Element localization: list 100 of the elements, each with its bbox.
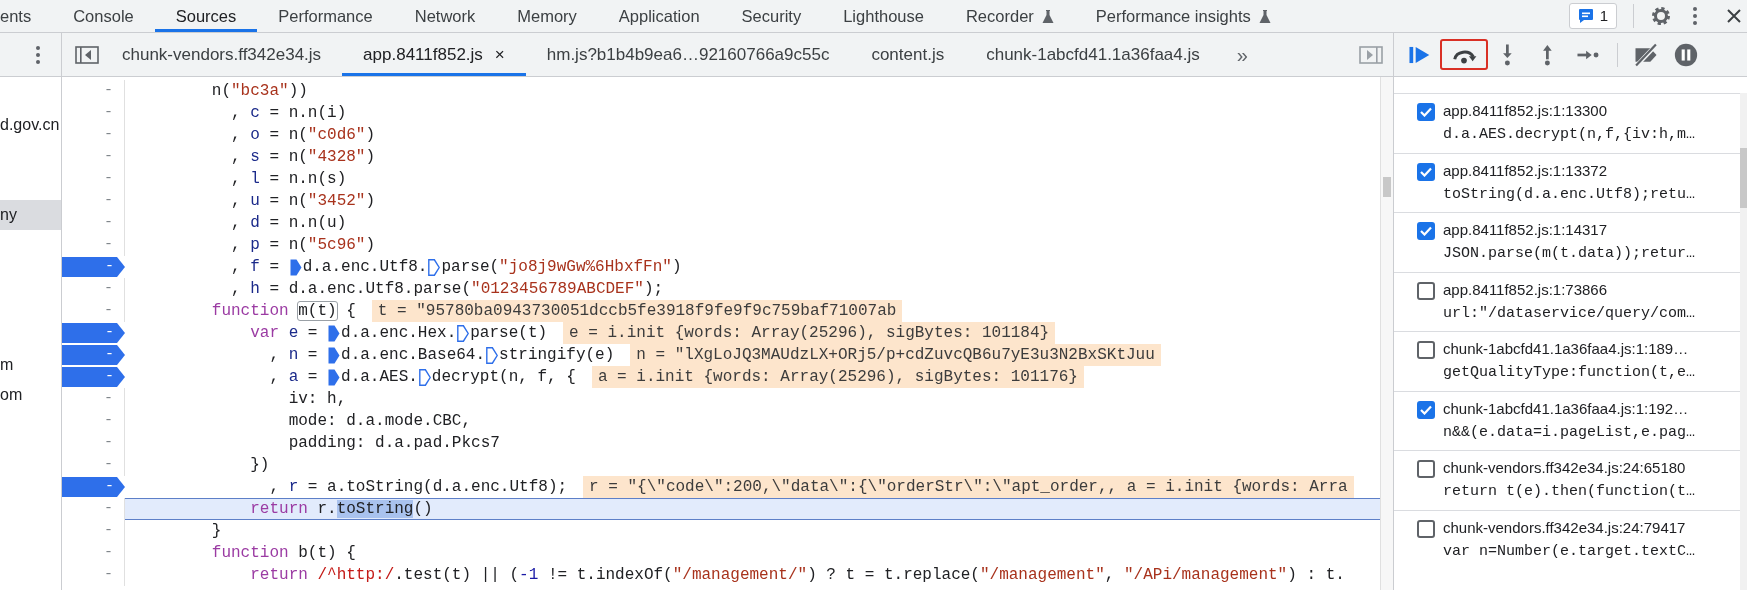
inline-value: a = i.init {words: Array(25296), sigBytes: 101176} <box>591 366 1084 388</box>
pause-icon <box>1673 41 1699 68</box>
panel-tab[interactable]: Application <box>597 0 721 32</box>
line-number[interactable]: - <box>62 124 125 146</box>
breakpoint-location[interactable]: chunk-vendors.ff342e34.js:24:65180 <box>1443 456 1696 480</box>
code-text: parse(t) <box>470 323 548 344</box>
scrollbar[interactable] <box>1380 77 1393 590</box>
code-text: , o = n("c0d6") <box>230 125 376 146</box>
code-text: d.a.enc.Hex. <box>341 323 457 344</box>
inline-breakpoint-icon[interactable] <box>289 258 302 276</box>
scrollbar[interactable] <box>1740 93 1747 590</box>
inline-breakpoint-icon[interactable] <box>418 368 431 386</box>
panel-tab[interactable]: Memory <box>496 0 598 32</box>
panel-tab[interactable]: Sources <box>154 0 258 32</box>
more-options-icon[interactable] <box>1692 6 1698 26</box>
toggle-debugger-icon[interactable] <box>1359 44 1383 65</box>
breakpoint-code: JSON.parse(m(t.data));retur… <box>1443 244 1696 264</box>
line-number[interactable]: - <box>62 410 125 432</box>
line-number[interactable]: - <box>62 168 125 190</box>
inline-breakpoint-icon[interactable] <box>486 346 499 364</box>
breakpoint-code: var n=Number(e.target.textC… <box>1443 541 1696 562</box>
breakpoint-location[interactable]: app.8411f852.js:1:14317 <box>1443 218 1696 242</box>
breakpoint-code: n&&(e.data=i.pageList,e.pag… <box>1443 422 1696 443</box>
code-text: function b(t) { <box>210 543 356 564</box>
breakpoint-location[interactable]: chunk-vendors.ff342e34.js:24:79417 <box>1443 515 1696 540</box>
code-text: , p = n("5c96") <box>230 235 376 256</box>
panel-tab[interactable]: Performance <box>257 0 394 32</box>
checkbox[interactable] <box>1417 162 1435 181</box>
file-tree-item[interactable]: m <box>0 350 61 380</box>
checkbox[interactable] <box>1417 222 1435 240</box>
code-text: padding: d.a.pad.Pkcs7 <box>287 433 500 454</box>
panel-tab[interactable]: ents <box>0 0 53 32</box>
file-tree-item[interactable]: om <box>0 380 61 410</box>
file-tab[interactable]: chunk-1abcfd41.1a36faa4.js <box>965 33 1221 76</box>
code-text: , h = d.a.enc.Utf8.parse("0123456789ABCDEF"); <box>230 279 664 300</box>
breakpoint-location[interactable]: app.8411f852.js:1:13372 <box>1443 158 1696 183</box>
panel-tab[interactable]: Security <box>720 0 823 32</box>
inline-breakpoint-icon[interactable] <box>428 258 441 276</box>
file-tab[interactable]: chunk-vendors.ff342e34.js <box>101 33 343 76</box>
line-number[interactable]: - <box>62 432 125 454</box>
panel-tab[interactable]: Network <box>393 0 497 32</box>
line-number[interactable]: - <box>62 102 125 124</box>
breakpoint-marker[interactable]: - <box>62 366 125 388</box>
line-number[interactable]: - <box>62 454 125 476</box>
line-number[interactable]: - <box>62 146 125 168</box>
breakpoint-location[interactable]: app.8411f852.js:1:13300 <box>1443 99 1696 123</box>
breakpoint-code: getQualityType:function(t,e… <box>1443 363 1696 383</box>
code-text: var e = <box>249 323 319 344</box>
checkbox[interactable] <box>1417 281 1435 300</box>
breakpoint-code: return t(e).then(function(t… <box>1443 482 1696 502</box>
checkbox[interactable] <box>1417 103 1435 121</box>
breakpoint-code: url:"/dataservice/query/com… <box>1443 303 1696 324</box>
checkbox[interactable] <box>1417 341 1435 359</box>
code-text: , r = a.toString(d.a.enc.Utf8); <box>268 477 568 498</box>
line-number[interactable]: - <box>62 278 125 300</box>
checkbox[interactable] <box>1417 400 1435 419</box>
line-number[interactable]: - <box>62 234 125 256</box>
line-number[interactable]: - <box>62 80 125 102</box>
more-tabs-button[interactable]: » <box>1220 44 1264 65</box>
line-number[interactable]: - <box>62 388 125 410</box>
checkbox[interactable] <box>1417 519 1435 538</box>
inline-breakpoint-icon[interactable] <box>328 346 341 364</box>
breakpoint-marker[interactable]: - <box>62 322 125 344</box>
inline-value: n = "lXgLoJQ3MAUdzLX+ORj5/p+cdZuvcQB6u7yE3u3N2BxSKtJuu <box>630 344 1161 366</box>
settings-icon[interactable] <box>1650 5 1672 27</box>
breakpoint-marker[interactable]: - <box>62 344 125 366</box>
panel-tab[interactable]: Performance insights <box>1074 0 1292 32</box>
file-tab[interactable]: content.js <box>850 33 966 76</box>
deactivate-breakpoints-icon <box>1633 41 1659 68</box>
line-number[interactable]: - <box>62 520 125 542</box>
line-number[interactable]: - <box>62 212 125 234</box>
breakpoint-marker[interactable]: - <box>62 476 125 498</box>
breakpoint-location[interactable]: app.8411f852.js:1:73866 <box>1443 277 1696 302</box>
line-number[interactable]: - <box>62 564 125 586</box>
code-text: mode: d.a.mode.CBC, <box>287 411 472 432</box>
inline-breakpoint-icon[interactable] <box>328 324 341 342</box>
step-over-button[interactable] <box>1440 39 1488 70</box>
inline-breakpoint-icon[interactable] <box>328 368 341 386</box>
toggle-navigator-icon[interactable] <box>75 44 99 65</box>
close-tab-button[interactable]: × <box>494 46 505 63</box>
file-tab[interactable]: hm.js?b1b4b9ea6…92160766a9c55c <box>525 33 851 76</box>
more-options-icon[interactable] <box>35 44 41 65</box>
breakpoint-marker[interactable]: - <box>62 256 125 278</box>
close-icon[interactable] <box>1726 8 1742 24</box>
line-number[interactable]: - <box>62 542 125 564</box>
code-text: , d = n.n(u) <box>230 213 347 234</box>
breakpoint-location[interactable]: chunk-1abcfd41.1a36faa4.js:1:189… <box>1443 337 1696 361</box>
file-tab[interactable]: app.8411f852.js × <box>342 33 526 76</box>
line-number[interactable]: - <box>62 300 125 322</box>
file-tree-item[interactable]: ny <box>0 200 61 230</box>
panel-tab[interactable]: Lighthouse <box>822 0 945 32</box>
checkbox[interactable] <box>1417 460 1435 478</box>
code-text: return r.toString() <box>249 499 433 520</box>
breakpoint-location[interactable]: chunk-1abcfd41.1a36faa4.js:1:192… <box>1443 396 1696 421</box>
file-tree-item[interactable]: d.gov.cn <box>0 110 61 140</box>
inline-breakpoint-icon[interactable] <box>457 324 470 342</box>
issues-button[interactable]: 1 <box>1568 3 1617 29</box>
line-number[interactable]: - <box>62 190 125 212</box>
panel-tab[interactable]: Console <box>52 0 155 32</box>
panel-tab[interactable]: Recorder <box>944 0 1075 32</box>
